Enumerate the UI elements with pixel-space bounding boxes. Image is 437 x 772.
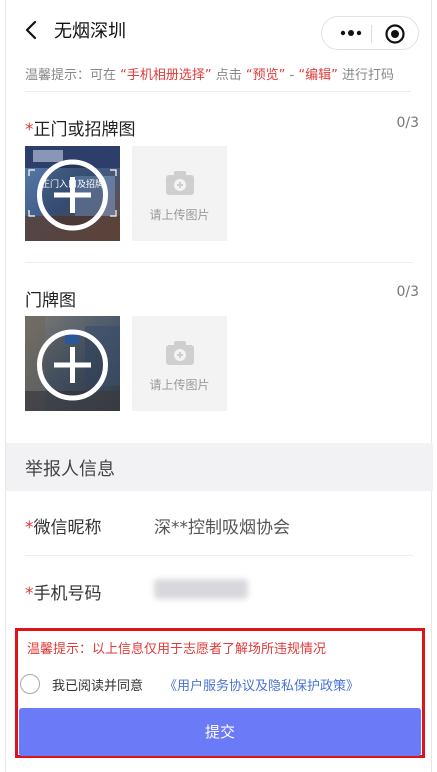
divider (25, 91, 411, 92)
door-photo-upload-button[interactable]: 请上传图片 (132, 316, 227, 411)
door-photo-example-thumb[interactable] (25, 316, 120, 411)
front-photo-title: *正门或招牌图 (25, 120, 136, 140)
more-dots-icon[interactable] (334, 23, 368, 43)
front-photo-example-thumb[interactable]: 正门入口及招牌 (25, 146, 120, 241)
reporter-section-header: 举报人信息 (6, 443, 433, 491)
front-photo-counter: 0/3 (396, 115, 419, 131)
door-photo-counter: 0/3 (396, 284, 419, 300)
app-frame: 无烟深圳 温馨提示：可在 “手机相册选择” 点击 “预览” - “编辑” 进行打… (5, 0, 433, 772)
mini-program-capsule (321, 16, 419, 50)
agree-radio[interactable] (20, 674, 40, 694)
privacy-tip: 温馨提示：可在 “手机相册选择” 点击 “预览” - “编辑” 进行打码 (25, 68, 394, 83)
camera-icon (165, 340, 195, 366)
submit-button[interactable]: 提交 (19, 708, 421, 756)
camera-icon (165, 170, 195, 196)
user-agreement-link[interactable]: 《用户服务协议及隐私保护政策》 (164, 675, 359, 694)
chevron-left-icon[interactable] (20, 18, 44, 42)
divider (25, 555, 413, 556)
agree-text: 我已阅读并同意 (52, 679, 144, 694)
divider (25, 262, 413, 263)
phone-number-field[interactable] (154, 579, 248, 599)
footer-notice: 温馨提示：以上信息仅用于志愿者了解场所违规情况 (27, 642, 327, 657)
target-icon[interactable] (384, 23, 406, 45)
capsule-divider (371, 25, 372, 43)
upload-label: 请上传图片 (149, 378, 210, 392)
page-title: 无烟深圳 (54, 21, 126, 42)
door-photo-title: 门牌图 (25, 291, 76, 311)
thumb-caption: 正门入口及招牌 (41, 178, 104, 190)
nav-bar: 无烟深圳 (6, 0, 433, 60)
reporter-section-title: 举报人信息 (25, 459, 115, 480)
wechat-nickname-field[interactable]: 深**控制吸烟协会 (154, 513, 290, 538)
front-photo-upload-button[interactable]: 请上传图片 (132, 146, 227, 241)
upload-label: 请上传图片 (149, 208, 210, 222)
phone-number-label: *手机号码 (25, 584, 102, 604)
wechat-nickname-label: *微信昵称 (25, 518, 102, 538)
